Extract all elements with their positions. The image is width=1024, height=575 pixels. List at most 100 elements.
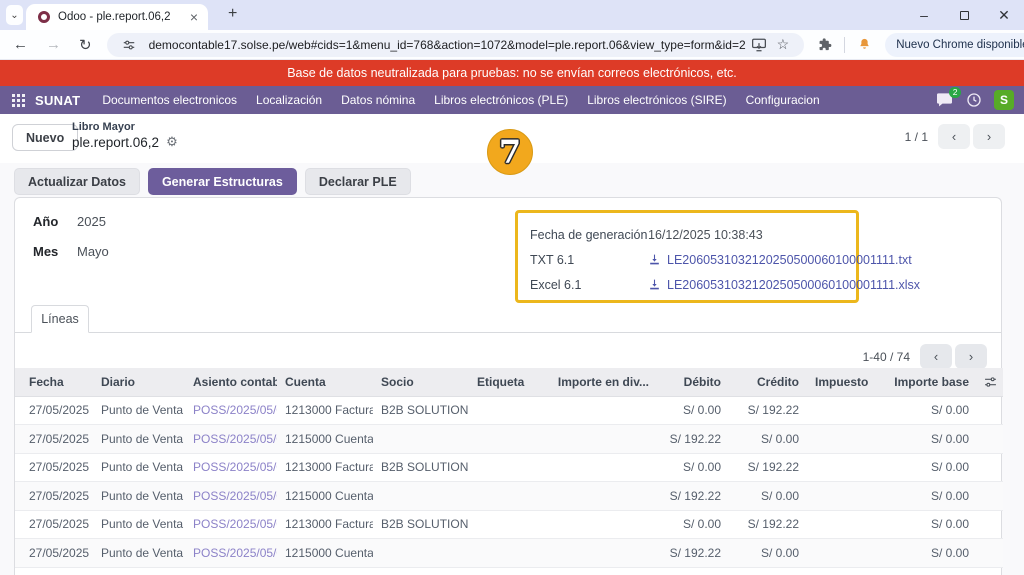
- odoo-navbar: SUNAT Documentos electronicos Localizaci…: [0, 86, 1024, 114]
- restore-button[interactable]: [944, 0, 984, 30]
- cell-impuesto: [807, 453, 883, 482]
- breadcrumb-parent[interactable]: Libro Mayor: [72, 121, 178, 133]
- app-brand[interactable]: SUNAT: [35, 93, 80, 108]
- apps-grid-icon[interactable]: [12, 94, 25, 107]
- cell-importe_base: S/ 0.00: [883, 396, 977, 425]
- record-settings-gear-icon[interactable]: ⚙: [166, 134, 178, 150]
- cell-cuenta: 1215000 Cuentas...: [277, 425, 373, 454]
- generar-estructuras-button[interactable]: Generar Estructuras: [148, 168, 297, 195]
- header-importe-div[interactable]: Importe en div...: [549, 368, 657, 396]
- browser-tab[interactable]: Odoo - ple.report.06,2 ×: [26, 4, 208, 30]
- excel-download-link[interactable]: LE2060531032120250500060100001111.xlsx: [648, 278, 920, 292]
- tab-search-button[interactable]: ⌄: [6, 5, 23, 25]
- asiento-link[interactable]: POSS/2025/05/0...: [193, 546, 277, 560]
- asiento-link[interactable]: POSS/2025/05/0...: [193, 517, 277, 531]
- mes-value[interactable]: Mayo: [77, 244, 109, 259]
- header-impuesto[interactable]: Impuesto: [807, 368, 883, 396]
- extensions-puzzle-icon[interactable]: [812, 37, 837, 52]
- cell-cuenta: 1213000 Facturas...: [277, 396, 373, 425]
- cell-diario: Punto de Venta: [93, 453, 185, 482]
- menu-configuracion[interactable]: Configuracion: [746, 93, 820, 107]
- notification-bell-icon[interactable]: [852, 37, 877, 52]
- menu-libros-ple[interactable]: Libros electrónicos (PLE): [434, 93, 568, 107]
- user-avatar[interactable]: S: [994, 90, 1014, 110]
- cell-impuesto: [807, 482, 883, 511]
- cell-importe_base: S/ 0.00: [883, 482, 977, 511]
- header-cuenta[interactable]: Cuenta: [277, 368, 373, 396]
- form-zone: Actualizar Datos Generar Estructuras Dec…: [0, 163, 1024, 575]
- forward-icon[interactable]: →: [37, 36, 70, 53]
- messages-icon[interactable]: 2: [936, 92, 954, 108]
- menu-localizacion[interactable]: Localización: [256, 93, 322, 107]
- asiento-link[interactable]: POSS/2025/05/0...: [193, 460, 277, 474]
- send-to-device-icon[interactable]: [746, 38, 772, 52]
- fecha-generacion-value: 16/12/2025 10:38:43: [648, 228, 763, 242]
- actualizar-datos-button[interactable]: Actualizar Datos: [14, 168, 140, 195]
- cell-etiqueta: [469, 396, 549, 425]
- table-row[interactable]: 27/05/2025Punto de VentaPOSS/2025/05/0..…: [15, 510, 1003, 539]
- form-sheet: Año 2025 Mes Mayo Fecha de generación 16…: [14, 197, 1002, 575]
- new-record-button[interactable]: Nuevo: [12, 124, 78, 151]
- cell-fecha: 27/05/2025: [15, 482, 93, 511]
- cell-debito: S/ 192.22: [657, 482, 729, 511]
- asiento-link[interactable]: POSS/2025/05/0...: [193, 489, 277, 503]
- cell-impuesto: [807, 396, 883, 425]
- menu-documentos-electronicos[interactable]: Documentos electronicos: [102, 93, 237, 107]
- asiento-link[interactable]: POSS/2025/05/0...: [193, 432, 277, 446]
- anio-value[interactable]: 2025: [77, 214, 106, 229]
- cell-impuesto: [807, 510, 883, 539]
- tab-close-icon[interactable]: ×: [188, 9, 200, 25]
- cell-fecha: 27/05/2025: [15, 396, 93, 425]
- txt-download-link[interactable]: LE2060531032120250500060100001111.txt: [648, 253, 912, 267]
- header-etiqueta[interactable]: Etiqueta: [469, 368, 549, 396]
- cell-socio: [373, 425, 469, 454]
- cell-credito: S/ 0.00: [729, 425, 807, 454]
- header-diario[interactable]: Diario: [93, 368, 185, 396]
- cell-credito: S/ 0.00: [729, 482, 807, 511]
- optional-columns-icon[interactable]: [977, 368, 1003, 396]
- site-settings-icon[interactable]: [117, 38, 141, 52]
- cell-etiqueta: [469, 453, 549, 482]
- lines-next-button[interactable]: ›: [955, 344, 987, 369]
- header-importe-base[interactable]: Importe base: [883, 368, 977, 396]
- close-button[interactable]: ✕: [984, 0, 1024, 30]
- cell-debito: S/ 192.22: [657, 425, 729, 454]
- reload-icon[interactable]: ↻: [70, 36, 101, 54]
- download-icon: [648, 253, 661, 266]
- back-icon[interactable]: ←: [4, 36, 37, 53]
- cell-diario: Punto de Venta: [93, 396, 185, 425]
- cell-asiento: POSS/2025/05/0...: [185, 396, 277, 425]
- toolbar-separator: [844, 37, 845, 53]
- table-row[interactable]: 27/05/2025Punto de VentaPOSS/2025/05/0..…: [15, 482, 1003, 511]
- odoo-favicon-icon: [38, 11, 50, 23]
- url-bar[interactable]: democontable17.solse.pe/web#cids=1&menu_…: [107, 33, 805, 57]
- header-socio[interactable]: Socio: [373, 368, 469, 396]
- menu-libros-sire[interactable]: Libros electrónicos (SIRE): [587, 93, 726, 107]
- asiento-link[interactable]: POSS/2025/05/0...: [193, 403, 277, 417]
- activities-clock-icon[interactable]: [966, 92, 982, 108]
- new-tab-button[interactable]: +: [222, 5, 243, 23]
- tab-lineas[interactable]: Líneas: [31, 305, 89, 333]
- header-debito[interactable]: Débito: [657, 368, 729, 396]
- tab-title: Odoo - ple.report.06,2: [58, 11, 184, 23]
- header-asiento-contable[interactable]: Asiento contable: [185, 368, 277, 396]
- cell-importe_div: [549, 510, 657, 539]
- table-row[interactable]: 27/05/2025Punto de Venta POSS/2025/05/0..…: [15, 396, 1003, 425]
- chrome-update-button[interactable]: Nuevo Chrome disponible ⋮: [885, 33, 1024, 57]
- header-credito[interactable]: Crédito: [729, 368, 807, 396]
- cell-cuenta: 1215000 Cuentas...: [277, 482, 373, 511]
- record-name: ple.report.06,2: [72, 135, 159, 150]
- lines-prev-button[interactable]: ‹: [920, 344, 952, 369]
- record-prev-button[interactable]: ‹: [938, 124, 970, 149]
- cell-impuesto: [807, 539, 883, 568]
- record-next-button[interactable]: ›: [973, 124, 1005, 149]
- table-row[interactable]: 27/05/2025Punto de VentaPOSS/2025/05/0..…: [15, 425, 1003, 454]
- header-fecha[interactable]: Fecha: [15, 368, 93, 396]
- table-row[interactable]: 27/05/2025Punto de VentaPOSS/2025/05/0..…: [15, 453, 1003, 482]
- menu-datos-nomina[interactable]: Datos nómina: [341, 93, 415, 107]
- minimize-button[interactable]: –: [904, 0, 944, 30]
- bookmark-star-icon[interactable]: ☆: [772, 36, 795, 53]
- table-row[interactable]: 27/05/2025Punto de VentaPOSS/2025/05/0..…: [15, 539, 1003, 568]
- declarar-ple-button[interactable]: Declarar PLE: [305, 168, 411, 195]
- cell-socio: [373, 482, 469, 511]
